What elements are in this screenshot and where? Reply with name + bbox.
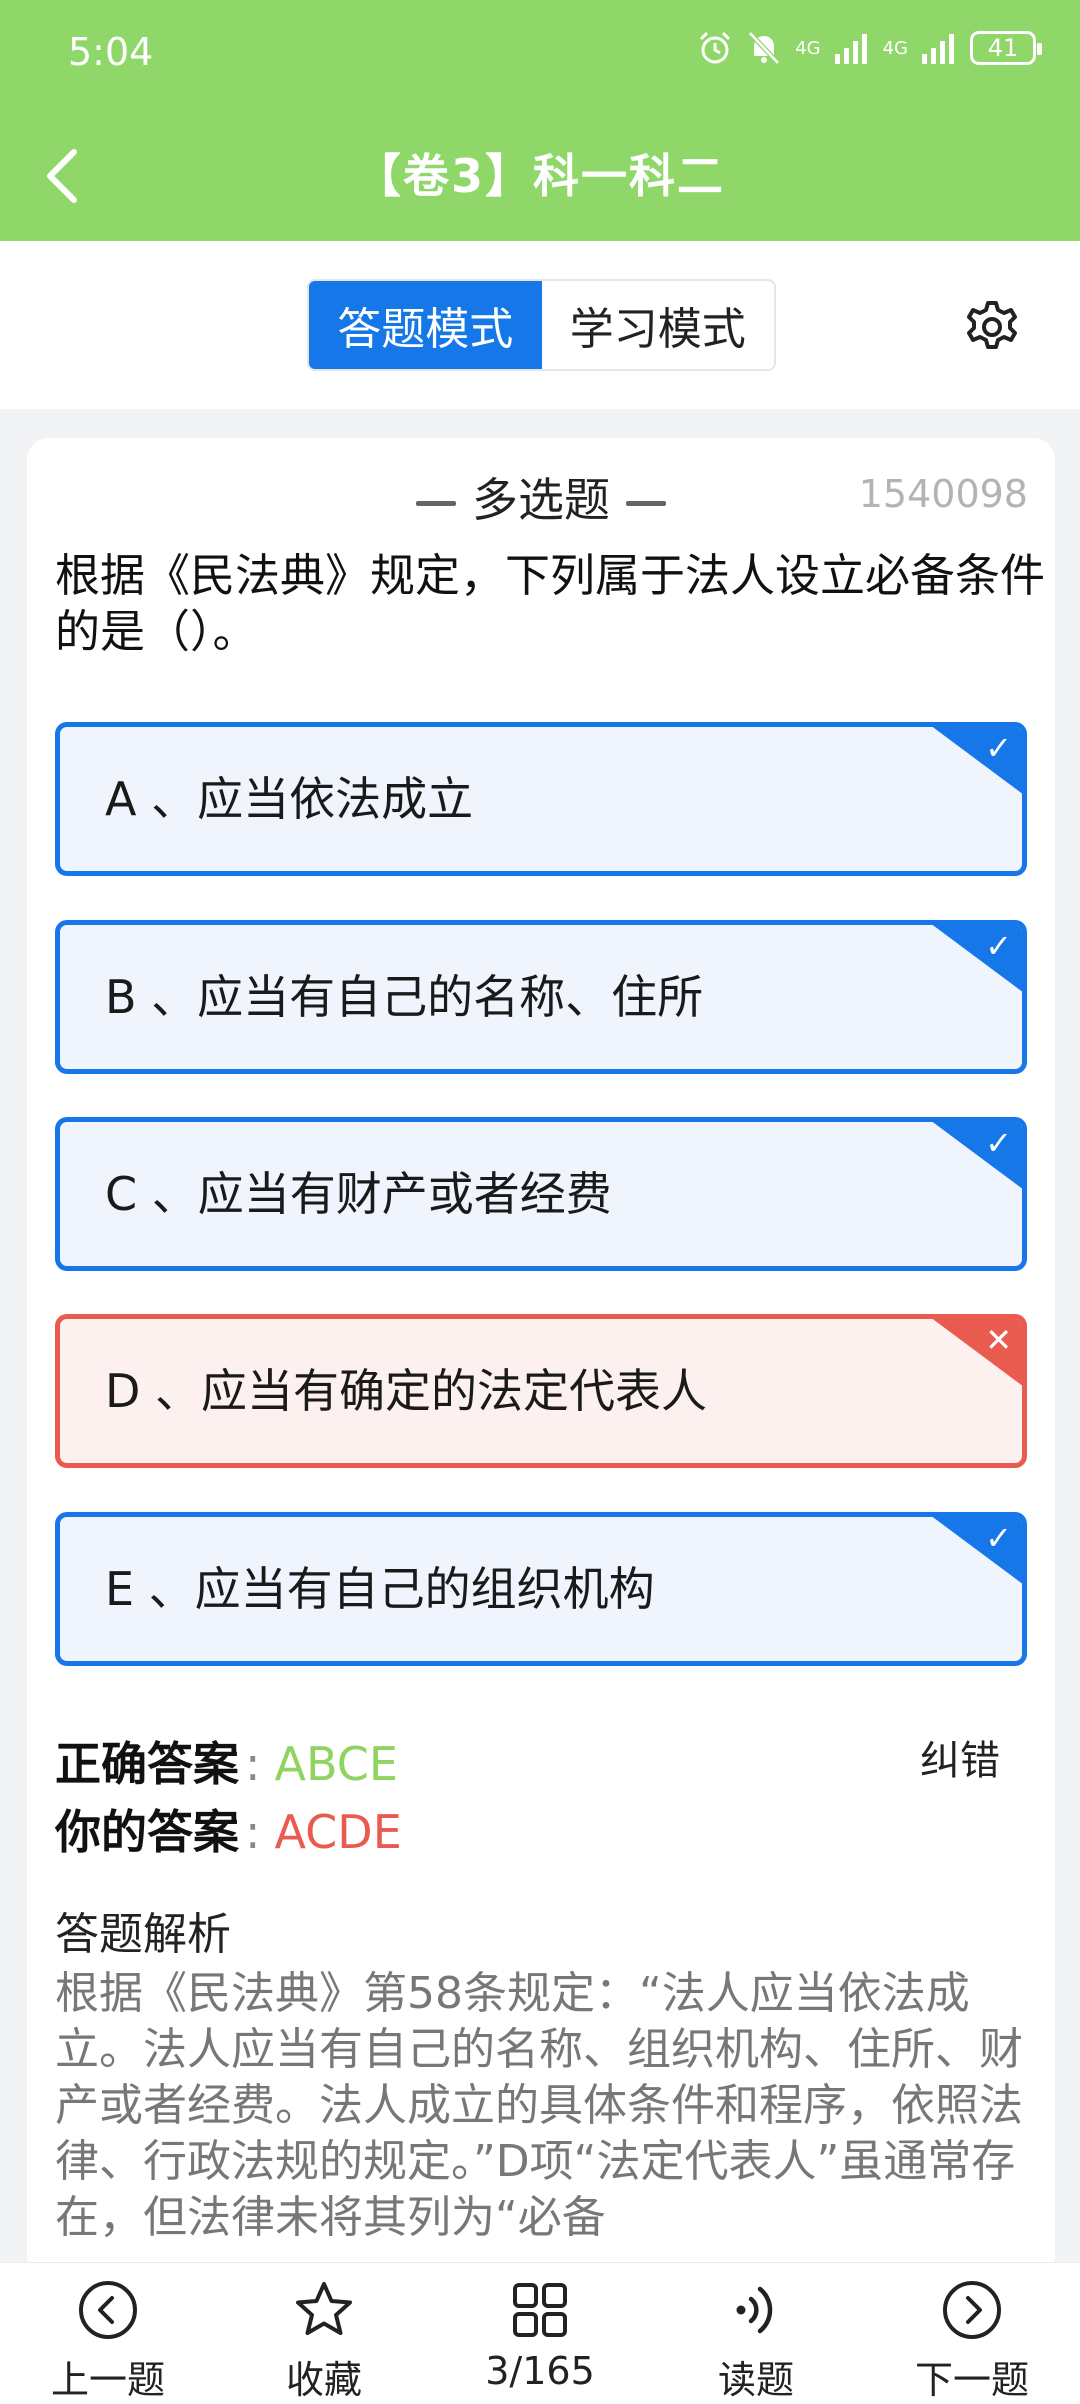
chevron-left-circle-icon [79, 2281, 137, 2339]
your-answer-label: 你的答案 [55, 1805, 239, 1859]
option-label: E 、应当有自己的组织机构 [105, 1562, 655, 1616]
grid-icon [513, 2283, 567, 2337]
status-icons: 4G 4G 41 [697, 30, 1042, 66]
check-icon: ✓ [985, 1519, 1012, 1557]
status-time: 5:04 [68, 30, 154, 74]
bottom-nav: 上一题 收藏 3/165 读题 下一题 [0, 2262, 1080, 2404]
divider [416, 501, 456, 506]
option-d[interactable]: D 、应当有确定的法定代表人 ✕ [55, 1314, 1027, 1468]
check-icon: ✓ [985, 729, 1012, 767]
question-card: 多选题 1540098 根据《民法典》规定，下列属于法人设立必备条件的是（）。 … [27, 438, 1055, 2278]
next-question-label: 下一题 [914, 2358, 1029, 2402]
battery-level: 41 [987, 34, 1019, 62]
colon: : [245, 1737, 261, 1791]
option-b[interactable]: B 、应当有自己的名称、住所 ✓ [55, 920, 1027, 1074]
next-question-button[interactable]: 下一题 [864, 2263, 1080, 2404]
signal-4g-label-2: 4G [882, 37, 908, 59]
option-label: C 、应当有财产或者经费 [105, 1167, 612, 1221]
correct-answer-row: 正确答案: ABCE [55, 1728, 398, 1794]
app-header: 5:04 4G 4G 41 【卷3】科一科二 [0, 0, 1080, 241]
read-aloud-button[interactable]: 读题 [648, 2263, 864, 2404]
alarm-icon [700, 31, 731, 64]
report-error-link[interactable]: 纠错 [920, 1728, 1000, 1786]
option-label: D 、应当有确定的法定代表人 [105, 1364, 708, 1418]
option-e[interactable]: E 、应当有自己的组织机构 ✓ [55, 1512, 1027, 1666]
question-text: 根据《民法典》规定，下列属于法人设立必备条件的是（）。 [55, 549, 1046, 658]
gear-icon[interactable] [964, 299, 1020, 355]
your-answer-row: 你的答案: ACDE [55, 1796, 402, 1862]
colon: : [245, 1805, 261, 1859]
option-label: B 、应当有自己的名称、住所 [105, 970, 704, 1024]
divider [626, 501, 666, 506]
mode-bar: 答题模式 学习模式 [0, 241, 1080, 409]
your-answer-value: ACDE [274, 1805, 402, 1859]
page-title: 【卷3】科一科二 [354, 149, 725, 203]
signal-icon-1 [834, 34, 867, 64]
check-icon: ✓ [985, 1124, 1012, 1162]
option-c[interactable]: C 、应当有财产或者经费 ✓ [55, 1117, 1027, 1271]
mute-bell-icon [748, 31, 781, 65]
explanation-text: 根据《民法典》第58条规定：“法人应当依法成立。法人应当有自己的名称、组织机构、… [55, 1968, 1023, 2243]
read-aloud-label: 读题 [717, 2358, 794, 2402]
option-label: A 、应当依法成立 [105, 772, 474, 826]
option-a[interactable]: A 、应当依法成立 ✓ [55, 722, 1027, 876]
favorite-label: 收藏 [285, 2358, 362, 2402]
tab-study-mode[interactable]: 学习模式 [542, 281, 775, 369]
signal-4g-label-1: 4G [795, 37, 821, 59]
prev-question-label: 上一题 [50, 2358, 165, 2402]
signal-icon-2 [922, 34, 954, 64]
prev-question-button[interactable]: 上一题 [0, 2263, 216, 2404]
progress-label: 3/165 [485, 2349, 595, 2393]
mode-toggle: 答题模式 学习模式 [307, 279, 776, 371]
check-icon: ✓ [985, 927, 1012, 965]
cross-icon: ✕ [985, 1321, 1012, 1359]
question-type-label: 多选题 [472, 473, 610, 527]
correct-answer-value: ABCE [274, 1737, 398, 1791]
question-id: 1540098 [858, 472, 1028, 516]
star-icon [296, 2282, 352, 2335]
battery-icon: 41 [970, 31, 1042, 65]
correct-answer-label: 正确答案 [55, 1737, 239, 1791]
sound-wave-icon [736, 2286, 773, 2334]
explanation-title: 答题解析 [55, 1909, 231, 1960]
tab-answer-mode[interactable]: 答题模式 [309, 281, 542, 369]
question-grid-button[interactable]: 3/165 [432, 2263, 648, 2404]
chevron-right-circle-icon [943, 2281, 1001, 2339]
favorite-button[interactable]: 收藏 [216, 2263, 432, 2404]
